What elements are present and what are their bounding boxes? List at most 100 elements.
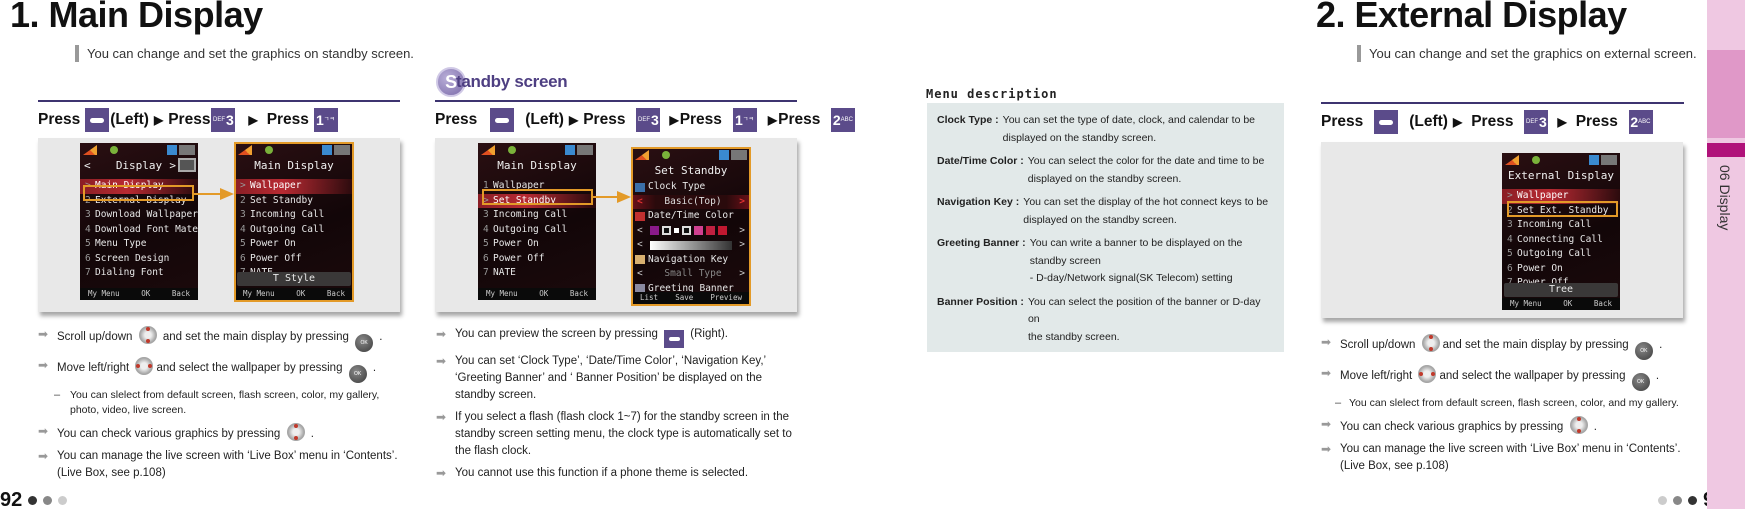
definition: You can set the type of date, clock, and… [1002, 114, 1256, 144]
ok-key-icon: OK [1634, 342, 1653, 360]
arrow-bullet-icon: ➡ [1321, 366, 1332, 380]
section-divider [435, 100, 797, 102]
key-sequence: Press (Left) ▶ Press DEF 3 ▶ Press 1 ㄱㅋ [38, 108, 338, 132]
key-1-icon: 1 ㄱㅋ [732, 108, 757, 132]
highlight-box [1507, 201, 1618, 217]
menu-description-box: Clock Type : You can set the type of date… [927, 103, 1284, 352]
nav-left-right-key-icon [1418, 365, 1437, 383]
menu-description-item: Clock Type : You can set the type of date… [937, 112, 1274, 147]
highlight-box [234, 142, 354, 302]
phone-screen-title: Main Display [497, 159, 577, 172]
press-label: Press [778, 111, 821, 128]
external-display-title: 2. External Display [1316, 0, 1627, 36]
key-3-icon: DEF 3 [211, 108, 236, 132]
external-display-instructions: ➡ Scroll up/down and set the main display… [1321, 334, 1701, 480]
section-title-text: External Display [1354, 0, 1628, 35]
instruction-subitem: – You can slelect from default screen, fl… [1335, 397, 1679, 409]
key-2-icon: 2 ABC [1628, 110, 1653, 134]
status-bar [80, 143, 198, 157]
definition: You can select the position of the banne… [1027, 295, 1261, 343]
page-dot [1658, 496, 1667, 505]
press-label: Press [168, 111, 211, 128]
soft-key-bar: My Menu OK Back [1502, 298, 1620, 310]
definition: You can set the display of the hot conne… [1023, 196, 1269, 226]
menu-description-item: Greeting Banner : You can write a banner … [937, 235, 1274, 288]
chapter-side-tab: 06 Display [1707, 0, 1745, 509]
arrow-bullet-icon: ➡ [38, 424, 49, 438]
section-title-text: Main Display [48, 0, 264, 35]
instruction-item: ➡ Scroll up/down and set the main display… [38, 326, 408, 352]
menu-item: 3 Incoming Call [483, 209, 568, 220]
press-label: Press [583, 111, 626, 128]
chevron-left-icon: < [84, 159, 91, 172]
menu-item: 5 Menu Type [85, 238, 147, 249]
press-label: Press [266, 111, 309, 128]
key-letters: ㄱㅋ [323, 117, 335, 123]
signal-icon [83, 145, 97, 155]
instruction-item: ➡ Move left/right and select the wallpape… [1321, 365, 1701, 391]
instruction-item: ➡ You can manage the live screen with ‘Li… [38, 449, 398, 479]
signal-icon [1505, 155, 1519, 165]
highlight-box [482, 189, 593, 205]
key-sequence: Press (Left) ▶ Press DEF 3 ▶ Press 2 ABC [1321, 110, 1653, 134]
key-direction-label: (Left) [1409, 113, 1448, 130]
arrow-bullet-icon: ➡ [436, 466, 447, 480]
menu-description-item: Banner Position : You can select the posi… [937, 294, 1274, 347]
main-display-instructions: ➡ Scroll up/down and set the main display… [38, 326, 408, 487]
phone-screen-external-display: External Display > Wallpaper 2 Set Ext. St… [1502, 153, 1620, 310]
monitor-icon [178, 158, 196, 172]
dash-bullet: – [54, 389, 61, 401]
term: Date/Time Color : [937, 155, 1024, 167]
instruction-item: ➡ You can set ‘Clock Type’, ‘Date/Time Co… [436, 354, 766, 401]
instruction-item: ➡ Scroll up/down and set the main display… [1321, 334, 1701, 360]
arrow-bullet-icon: ➡ [436, 354, 447, 368]
phone-screen-title: < Display > [80, 157, 198, 175]
term: Navigation Key : [937, 196, 1020, 208]
term: Greeting Banner : [937, 237, 1026, 249]
battery-icon [1589, 155, 1617, 165]
instruction-item: ➡ Move left/right and select the wallpape… [38, 357, 408, 383]
key-direction-label: (Left) [525, 111, 564, 128]
flow-arrow [194, 193, 222, 195]
left-soft-key-icon [490, 108, 515, 132]
next-step-arrow-icon: ▶ [153, 113, 164, 127]
sound-icon [1532, 156, 1540, 164]
left-soft-key-icon [85, 108, 110, 132]
term: Banner Position : [937, 295, 1024, 308]
instruction-subitem: – You can slelect from default screen, fl… [54, 389, 380, 416]
flow-arrow-head-icon [220, 188, 234, 200]
arrow-bullet-icon: ➡ [1321, 417, 1332, 431]
menu-item: 6 Power On [1507, 262, 1563, 274]
nav-left-right-key-icon [135, 357, 154, 375]
menu-description-title: Menu description [926, 87, 1058, 101]
nav-up-down-key-icon [286, 423, 305, 441]
main-display-subtitle: You can change and set the graphics on s… [75, 45, 414, 62]
style-bar: Tree [1504, 283, 1618, 297]
right-soft-key-icon [664, 330, 685, 348]
flow-arrow [593, 196, 619, 198]
arrow-bullet-icon: ➡ [436, 327, 447, 341]
menu-item: 7NATE [483, 267, 516, 278]
page-dot [28, 496, 38, 505]
next-step-arrow-icon: ▶ [1557, 115, 1567, 129]
nav-up-down-key-icon [138, 326, 157, 344]
instruction-item: ➡ You cannot use this function if a phone… [436, 466, 749, 480]
instruction-item: ➡ You can manage the live screen with ‘Li… [1321, 442, 1681, 472]
signal-icon [481, 145, 495, 155]
main-display-title: 1. Main Display [10, 0, 263, 36]
section-number: 1. [10, 0, 40, 35]
menu-item: 5 Outgoing Call [1507, 248, 1592, 259]
press-label: Press [1321, 113, 1364, 130]
menu-item: 4 Download Font Mate [85, 223, 198, 235]
definition: You can write a banner to be displayed o… [1029, 237, 1243, 284]
menu-item: 3 Download Wallpaper [85, 209, 198, 220]
menu-item: 7 Dialing Font [85, 267, 164, 278]
standby-screen-header: S tandby screen [436, 67, 568, 97]
dash-bullet: – [1335, 397, 1342, 409]
press-label: Press [1471, 113, 1514, 130]
arrow-bullet-icon: ➡ [1321, 335, 1332, 349]
status-bar [1502, 153, 1620, 167]
section-number: 2. [1316, 0, 1346, 35]
soft-key-bar: My Menu OK Back [478, 288, 596, 300]
key-1-icon: 1 ㄱㅋ [313, 108, 338, 132]
